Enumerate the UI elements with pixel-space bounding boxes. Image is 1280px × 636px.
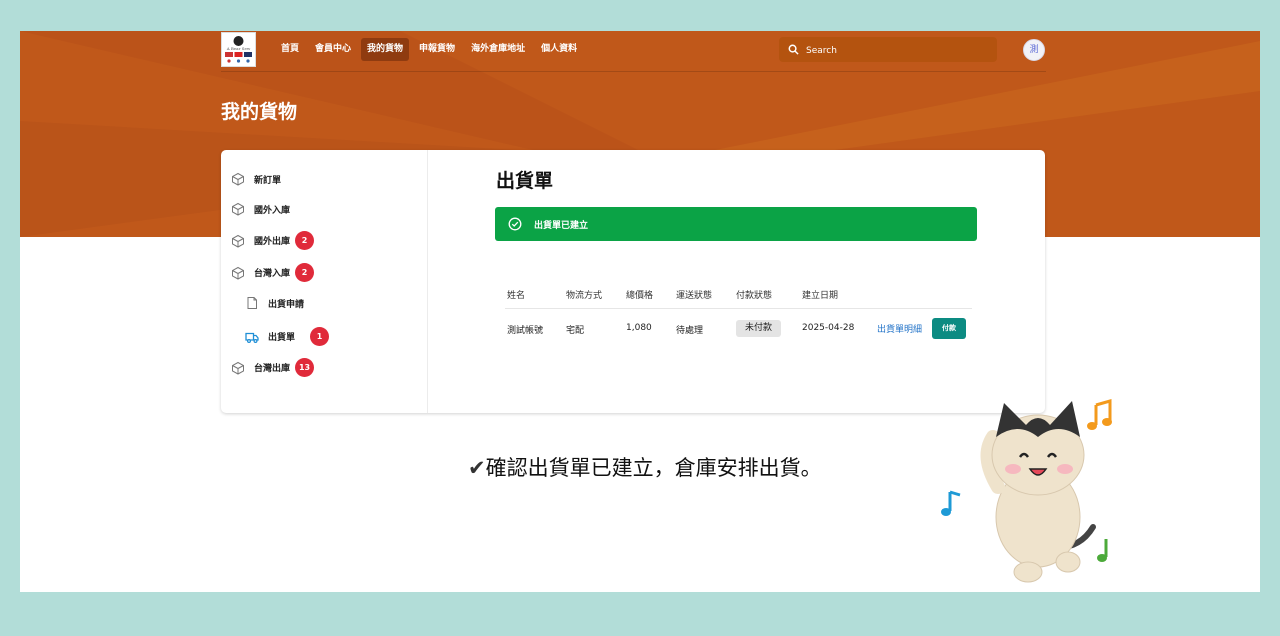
column-header-total: 總價格 bbox=[626, 291, 654, 301]
count-badge: 2 bbox=[295, 263, 315, 282]
sidebar-item-label: 台灣入庫 bbox=[254, 269, 291, 279]
nav-home[interactable]: 首頁 bbox=[275, 38, 305, 61]
count-badge: 13 bbox=[295, 358, 315, 377]
avatar[interactable]: 測 bbox=[1023, 39, 1045, 61]
search-icon bbox=[788, 44, 799, 55]
sidebar-item-label: 新訂單 bbox=[254, 175, 282, 186]
screen-canvas: A Bear Sew 首頁 會員中心 我的貨物 申報貨物 海外倉庫地址 個人資料 bbox=[20, 31, 1260, 592]
sidebar-item-label: 國外入庫 bbox=[254, 205, 291, 216]
checkmark-icon: ✔ bbox=[468, 456, 486, 480]
pay-button[interactable]: 付款 bbox=[932, 318, 966, 339]
payment-status-badge: 未付款 bbox=[736, 320, 781, 337]
sidebar-item-label: 出貨單 bbox=[268, 333, 296, 343]
cell-status: 待處理 bbox=[676, 326, 704, 336]
sidebar-item-label: 出貨申請 bbox=[268, 299, 305, 310]
sidebar-item-taiwan-inbound[interactable]: 台灣入庫 2 bbox=[231, 263, 315, 282]
caption-text: 確認出貨單已建立，倉庫安排出貨。 bbox=[485, 456, 822, 480]
dog-logo-icon[interactable]: A Bear Sew bbox=[221, 32, 256, 67]
box-icon bbox=[232, 266, 244, 280]
document-icon bbox=[247, 297, 257, 309]
cell-name: 測試帳號 bbox=[507, 326, 544, 336]
nav-member-center[interactable]: 會員中心 bbox=[309, 38, 357, 61]
svg-text:A Bear Sew: A Bear Sew bbox=[226, 46, 251, 51]
sidebar-item-overseas-outbound[interactable]: 國外出庫 2 bbox=[231, 231, 315, 250]
column-header-status: 運送狀態 bbox=[676, 291, 713, 301]
nav-my-goods[interactable]: 我的貨物 bbox=[361, 38, 410, 61]
count-badge: 2 bbox=[295, 231, 315, 250]
box-icon bbox=[232, 172, 244, 186]
cell-total: 1,080 bbox=[626, 323, 652, 333]
truck-icon bbox=[245, 332, 259, 343]
top-nav: A Bear Sew 首頁 會員中心 我的貨物 申報貨物 海外倉庫地址 個人資料 bbox=[221, 31, 1046, 72]
success-alert: 出貨單已建立 bbox=[495, 207, 977, 241]
nav-overseas-warehouse[interactable]: 海外倉庫地址 bbox=[465, 38, 531, 61]
nav-profile[interactable]: 個人資料 bbox=[535, 38, 583, 61]
search-input[interactable] bbox=[804, 41, 988, 60]
column-header-date: 建立日期 bbox=[802, 291, 839, 301]
instruction-caption: ✔確認出貨單已建立，倉庫安排出貨。 bbox=[468, 452, 822, 482]
sidebar-item-shipment-order[interactable]: 出貨單 1 bbox=[245, 327, 330, 346]
cell-date: 2025-04-28 bbox=[802, 323, 855, 333]
box-icon bbox=[232, 202, 244, 216]
cell-shipping: 宅配 bbox=[566, 326, 585, 336]
search-box[interactable] bbox=[779, 37, 997, 62]
section-title: 出貨單 bbox=[496, 170, 554, 192]
box-icon bbox=[232, 361, 244, 375]
page-title: 我的貨物 bbox=[221, 101, 298, 123]
column-header-shipping: 物流方式 bbox=[566, 291, 603, 301]
count-badge: 1 bbox=[310, 327, 330, 346]
check-circle-icon bbox=[508, 217, 522, 231]
shipment-detail-link[interactable]: 出貨單明細 bbox=[877, 322, 922, 335]
sidebar: 新訂單 國外入庫 國外出庫 2 台灣入庫 2 出貨申請 出貨單 1 台灣出庫 1… bbox=[221, 150, 428, 413]
sidebar-item-shipment-request[interactable]: 出貨申請 bbox=[245, 296, 304, 310]
table-divider bbox=[505, 308, 972, 309]
sidebar-item-label: 國外出庫 bbox=[254, 237, 291, 247]
column-header-payment: 付款狀態 bbox=[736, 291, 773, 301]
main-panel: 出貨單 出貨單已建立 姓名 物流方式 總價格 運送狀態 付款狀態 建立日期 測試… bbox=[427, 150, 1045, 413]
nav-declare-goods[interactable]: 申報貨物 bbox=[413, 38, 461, 61]
alert-message: 出貨單已建立 bbox=[534, 221, 589, 231]
sidebar-item-new-order[interactable]: 新訂單 bbox=[231, 172, 281, 186]
box-icon bbox=[232, 234, 244, 248]
sidebar-item-taiwan-outbound[interactable]: 台灣出庫 13 bbox=[231, 358, 315, 377]
nav-links: 首頁 會員中心 我的貨物 申報貨物 海外倉庫地址 個人資料 bbox=[275, 38, 583, 61]
sidebar-item-label: 台灣出庫 bbox=[254, 364, 291, 374]
column-header-name: 姓名 bbox=[507, 291, 526, 301]
sidebar-item-overseas-inbound[interactable]: 國外入庫 bbox=[231, 202, 290, 216]
dancing-cat-illustration bbox=[941, 399, 1112, 583]
content-card: 新訂單 國外入庫 國外出庫 2 台灣入庫 2 出貨申請 出貨單 1 台灣出庫 1… bbox=[221, 150, 1045, 413]
